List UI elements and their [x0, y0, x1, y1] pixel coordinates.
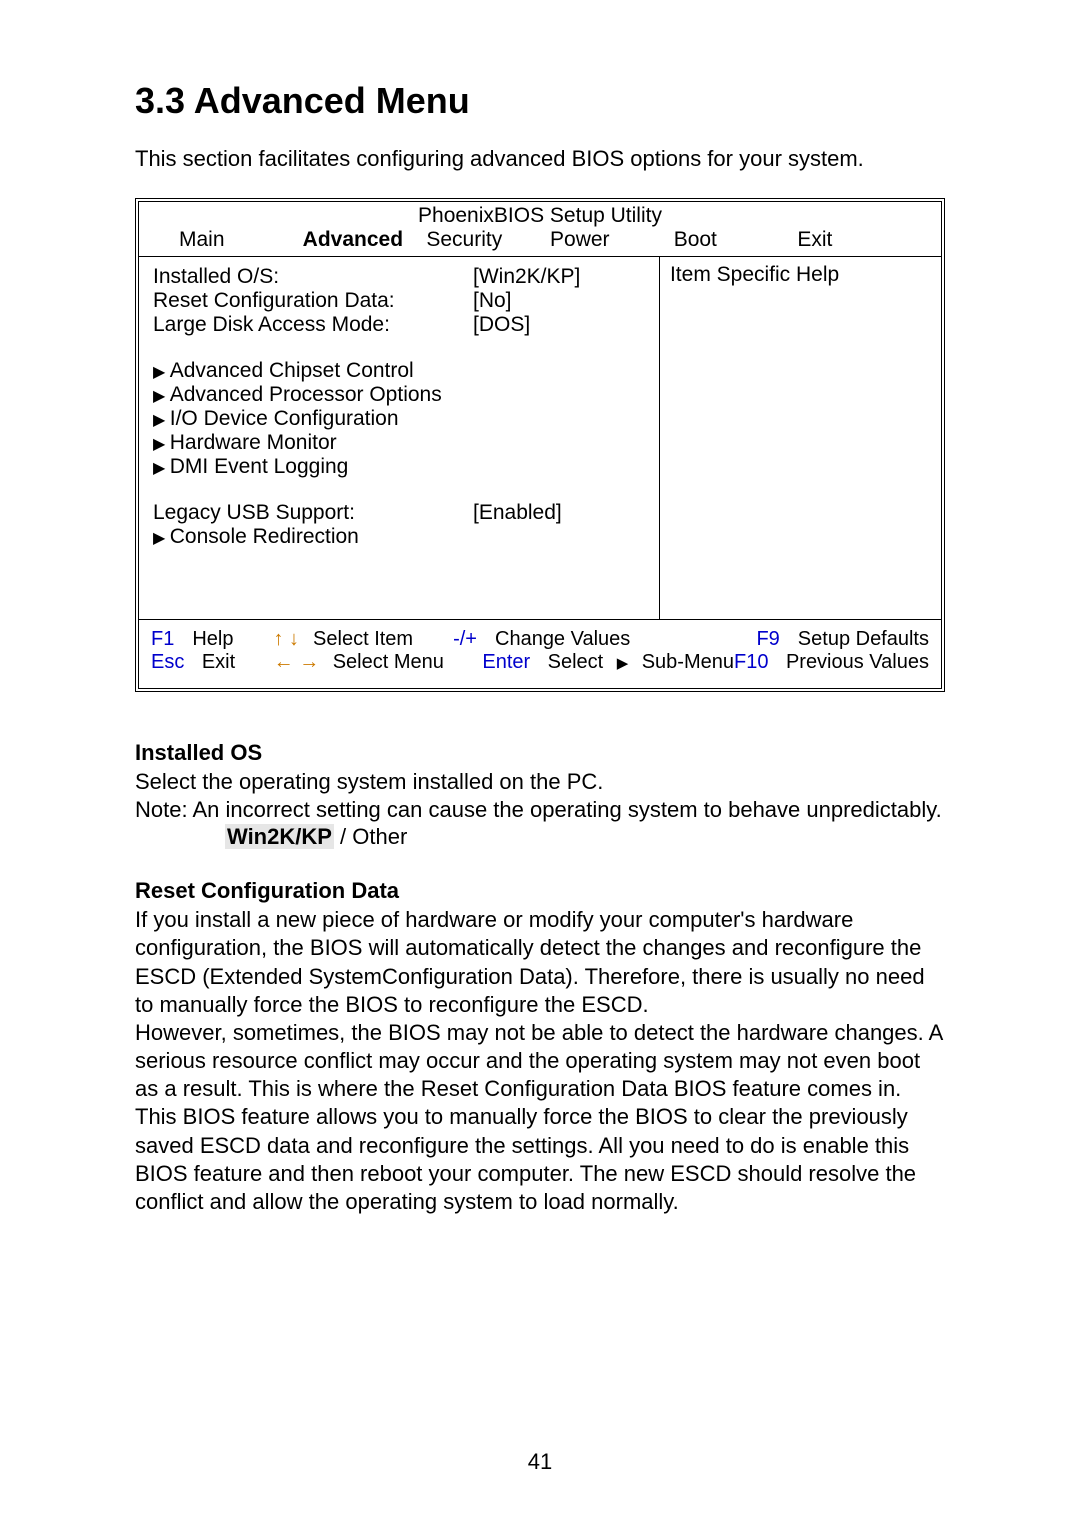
- bios-footer: F1 Help ↑ ↓ Select Item -/+ Change Value…: [139, 619, 941, 688]
- option-label: Reset Configuration Data:: [153, 289, 473, 313]
- arrow-left-right-icon: ← →: [274, 651, 320, 674]
- bios-screenshot: PhoenixBIOS Setup Utility Main Advanced …: [135, 198, 945, 692]
- desc-paragraph: This BIOS feature allows you to manually…: [135, 1103, 945, 1216]
- footer-row-1: F1 Help ↑ ↓ Select Item -/+ Change Value…: [151, 628, 929, 651]
- option-label: Legacy USB Support:: [153, 501, 473, 525]
- label-select-menu: Select Menu: [333, 651, 444, 674]
- option-default: Win2K/KP: [225, 824, 334, 849]
- bios-tab-bar: Main Advanced Security Power Boot Exit: [139, 228, 941, 256]
- option-reset-config[interactable]: Reset Configuration Data: [No]: [153, 289, 649, 313]
- option-installed-os[interactable]: Installed O/S: [Win2K/KP]: [153, 265, 649, 289]
- key-esc: Esc: [151, 651, 184, 674]
- submenu-dmi-event[interactable]: DMI Event Logging: [153, 455, 649, 479]
- label-exit: Exit: [202, 651, 235, 674]
- option-value: [No]: [473, 289, 649, 313]
- desc-paragraph: If you install a new piece of hardware o…: [135, 906, 945, 1019]
- label-help: Help: [192, 628, 233, 651]
- label-select-item: Select Item: [313, 628, 413, 651]
- submenu-io-device[interactable]: I/O Device Configuration: [153, 407, 649, 431]
- desc-paragraph: However, sometimes, the BIOS may not be …: [135, 1019, 945, 1103]
- option-large-disk[interactable]: Large Disk Access Mode: [DOS]: [153, 313, 649, 337]
- desc-paragraph: Select the operating system installed on…: [135, 768, 945, 796]
- bios-tab-power[interactable]: Power: [550, 228, 674, 252]
- section-heading: 3.3 Advanced Menu: [135, 80, 945, 122]
- option-separator: /: [334, 824, 352, 849]
- desc-paragraph: Note: An incorrect setting can cause the…: [135, 796, 945, 824]
- submenu-advanced-chipset[interactable]: Advanced Chipset Control: [153, 359, 649, 383]
- bios-title: PhoenixBIOS Setup Utility: [139, 202, 941, 228]
- desc-reset-config: Reset Configuration Data If you install …: [135, 878, 945, 1216]
- triangle-right-icon: ▶: [617, 654, 629, 672]
- desc-title: Reset Configuration Data: [135, 878, 945, 904]
- label-previous-values: Previous Values: [786, 651, 929, 674]
- help-title: Item Specific Help: [670, 263, 931, 287]
- key-f9: F9: [756, 628, 779, 651]
- bios-tab-advanced[interactable]: Advanced: [303, 228, 427, 252]
- option-label: Installed O/S:: [153, 265, 473, 289]
- option-value: [DOS]: [473, 313, 649, 337]
- footer-row-2: Esc Exit ← → Select Menu Enter Select ▶ …: [151, 651, 929, 674]
- option-value: [Win2K/KP]: [473, 265, 649, 289]
- label-submenu: Sub-Menu: [642, 651, 734, 674]
- option-block-2: Legacy USB Support: [Enabled] Console Re…: [153, 501, 649, 549]
- label-setup-defaults: Setup Defaults: [798, 628, 929, 651]
- bios-help-pane: Item Specific Help: [659, 257, 941, 619]
- submenu-list: Advanced Chipset Control Advanced Proces…: [153, 359, 649, 479]
- bios-tab-main[interactable]: Main: [179, 228, 303, 252]
- option-values: Win2K/KP / Other: [225, 824, 945, 850]
- option-other: Other: [352, 824, 407, 849]
- submenu-hardware-monitor[interactable]: Hardware Monitor: [153, 431, 649, 455]
- key-enter: Enter: [482, 651, 530, 674]
- key-f1: F1: [151, 628, 174, 651]
- option-legacy-usb[interactable]: Legacy USB Support: [Enabled]: [153, 501, 649, 525]
- submenu-advanced-processor[interactable]: Advanced Processor Options: [153, 383, 649, 407]
- document-page: 3.3 Advanced Menu This section facilitat…: [0, 0, 1080, 1529]
- option-label: Large Disk Access Mode:: [153, 313, 473, 337]
- label-select: Select: [548, 651, 604, 674]
- desc-title: Installed OS: [135, 740, 945, 766]
- bios-tab-exit[interactable]: Exit: [797, 228, 921, 252]
- page-number: 41: [0, 1449, 1080, 1475]
- arrow-up-down-icon: ↑ ↓: [273, 628, 299, 651]
- intro-paragraph: This section facilitates configuring adv…: [135, 146, 945, 172]
- submenu-console-redirection[interactable]: Console Redirection: [153, 525, 649, 549]
- option-value: [Enabled]: [473, 501, 649, 525]
- bios-body: Installed O/S: [Win2K/KP] Reset Configur…: [139, 256, 941, 619]
- bios-left-pane: Installed O/S: [Win2K/KP] Reset Configur…: [139, 257, 659, 619]
- bios-tab-boot[interactable]: Boot: [674, 228, 798, 252]
- desc-installed-os: Installed OS Select the operating system…: [135, 740, 945, 850]
- key-plus-minus: -/+: [453, 628, 477, 651]
- label-change-values: Change Values: [495, 628, 630, 651]
- key-f10: F10: [734, 651, 768, 674]
- bios-tab-security[interactable]: Security: [426, 228, 550, 252]
